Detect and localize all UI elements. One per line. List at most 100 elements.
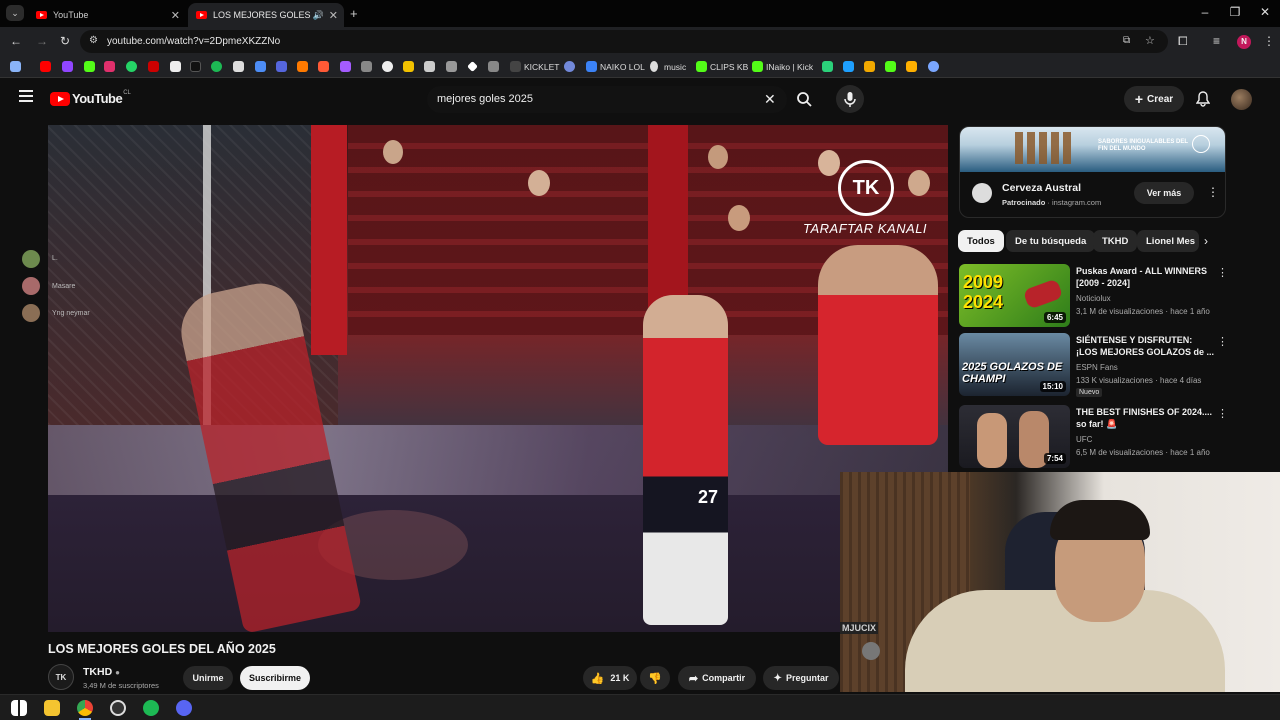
bookmark-orange-icon[interactable] [297,61,308,72]
file-explorer-icon[interactable] [44,700,60,716]
video-player[interactable]: 27 TK TARAFTAR KANALI [48,125,948,632]
bookmark-spotify-icon[interactable] [211,61,222,72]
search-input[interactable]: mejores goles 2025 [437,93,533,105]
bookmark-yellow-icon[interactable] [864,61,875,72]
bookmark-globe-icon[interactable] [382,61,393,72]
youtube-logo[interactable]: YouTube CL [50,90,131,106]
bookmark-diamond-icon[interactable] [467,61,478,72]
cast-icon[interactable]: ⧉ [1123,35,1130,46]
chip-lionel-messi[interactable]: Lionel Mes [1137,230,1199,252]
video-thumbnail[interactable]: 2025 GOLAZOS DE CHAMPI 15:10 [959,333,1070,396]
join-button[interactable]: Unirme [183,666,233,690]
ask-button[interactable]: ✦ Preguntar [763,666,839,690]
bookmark-kick-icon[interactable] [84,61,95,72]
close-window-button[interactable]: ✕ [1252,5,1278,19]
bookmark-clips-kb-label[interactable]: CLIPS KB [710,62,748,72]
like-button[interactable]: 👍 21 K [583,666,637,690]
dislike-button[interactable]: 👎 [640,666,670,690]
more-options-icon[interactable]: ⋮ [1217,407,1228,420]
windows-start-icon[interactable] [11,700,27,716]
bookmark-kicklet-label[interactable]: KICKLET [524,62,559,72]
channel-name[interactable]: ESPN Fans [1076,363,1118,372]
bookmark-tiktok-icon[interactable] [190,61,201,72]
ad-more-icon[interactable]: ⋮ [1207,185,1219,199]
chip-from-search[interactable]: De tu búsqueda [1006,230,1096,252]
bookmark-magnet-icon[interactable] [906,61,917,72]
apps-grid-icon[interactable] [10,61,21,72]
bookmark-kick-icon[interactable] [752,61,763,72]
channel-avatar[interactable]: TK [48,664,74,690]
user-avatar[interactable] [1231,89,1252,110]
search-box[interactable]: mejores goles 2025 ✕ [427,86,787,113]
new-tab-button[interactable]: + [350,6,358,21]
profile-avatar[interactable]: N [1237,35,1251,49]
audio-playing-icon[interactable]: 🔊 [313,10,324,21]
bookmark-x-icon[interactable] [170,61,181,72]
bookmark-whatsapp-icon[interactable] [126,61,137,72]
ad-cta-button[interactable]: Ver más [1134,182,1194,204]
channel-name[interactable]: TKHD ● [83,666,120,678]
bookmark-s-icon[interactable] [233,61,244,72]
create-button[interactable]: + Crear [1124,86,1184,112]
bookmark-clips-icon[interactable] [696,61,707,72]
channel-name[interactable]: Noticiolux [1076,294,1111,303]
bookmark-orange2-icon[interactable] [318,61,329,72]
chip-tkhd[interactable]: TKHD [1093,230,1138,252]
bookmark-game-icon[interactable] [446,61,457,72]
recommendation-item[interactable]: 2009 2024 6:45 Puskas Award - ALL WINNER… [959,264,1228,328]
subscribe-button[interactable]: Suscribirme [240,666,310,690]
bookmark-bar-icon[interactable] [843,61,854,72]
minimize-button[interactable]: – [1192,5,1218,19]
chip-all[interactable]: Todos [958,230,1004,252]
extensions-icon[interactable]: ⧠ [1178,34,1188,49]
bookmark-naiko-lol-label[interactable]: NAIKO LOL [600,62,645,72]
clear-search-icon[interactable]: ✕ [764,91,776,108]
forward-icon[interactable]: → [36,34,48,48]
video-title[interactable]: Puskas Award - ALL WINNERS [2009 - 2024] [1076,265,1214,289]
tab-search-button[interactable]: ⌄ [6,5,24,21]
tab-video[interactable]: LOS MEJORES GOLES DEL A 🔊 ✕ [188,3,344,27]
recommendation-item[interactable]: 2025 GOLAZOS DE CHAMPI 15:10 SIÉNTENSE Y… [959,333,1228,397]
close-tab-icon[interactable]: ✕ [171,9,180,22]
chips-next-icon[interactable]: › [1204,234,1208,248]
video-title[interactable]: SIÉNTENSE Y DISFRUTEN: ¡LOS MEJORES GOLA… [1076,334,1214,358]
share-button[interactable]: ➦ Compartir [678,666,756,690]
more-options-icon[interactable]: ⋮ [1217,335,1228,348]
bookmark-music-icon[interactable] [650,61,658,72]
bookmark-inaiko-kick-label[interactable]: INaiko | Kick [766,62,813,72]
site-info-icon[interactable]: ⚙ [89,35,98,46]
media-icon[interactable]: ≡ [1213,34,1220,48]
video-thumbnail[interactable]: 2009 2024 6:45 [959,264,1070,327]
bookmark-kicklet-icon[interactable] [510,61,521,72]
back-icon[interactable]: ← [10,34,22,48]
more-options-icon[interactable]: ⋮ [1217,266,1228,279]
bookmark-discord-icon[interactable] [564,61,575,72]
tab-youtube[interactable]: YouTube ✕ [28,3,186,27]
bookmark-twitch-icon[interactable] [62,61,73,72]
bookmark-music-label[interactable]: music [664,62,686,72]
bookmark-robot-icon[interactable] [424,61,435,72]
bookmark-star-icon[interactable]: ☆ [1145,34,1155,47]
hamburger-menu-icon[interactable] [19,90,33,102]
search-button[interactable] [788,86,820,113]
chrome-icon[interactable] [77,700,93,716]
bookmark-instagram-icon[interactable] [104,61,115,72]
menu-dots-icon[interactable]: ⋮ [1263,34,1275,48]
bookmark-purple-icon[interactable] [340,61,351,72]
bookmark-flag-icon[interactable] [276,61,287,72]
ad-banner-image[interactable]: SABORES INIGUALABLES DEL FIN DEL MUNDO [960,127,1225,172]
bookmark-youtube-icon[interactable] [40,61,51,72]
obs-icon[interactable] [110,700,126,716]
reload-icon[interactable]: ↻ [60,34,70,48]
voice-search-button[interactable] [836,85,864,113]
video-thumbnail[interactable]: 7:54 [959,405,1070,468]
recommendation-item[interactable]: 7:54 THE BEST FINISHES OF 2024.... so fa… [959,405,1228,469]
maximize-button[interactable]: ❐ [1222,5,1248,19]
bookmark-blue-icon[interactable] [255,61,266,72]
video-title[interactable]: THE BEST FINISHES OF 2024.... so far! 🚨 [1076,406,1214,430]
spotify-icon[interactable] [143,700,159,716]
bookmark-green-icon[interactable] [822,61,833,72]
bookmark-gray-icon[interactable] [361,61,372,72]
channel-name[interactable]: UFC [1076,435,1092,444]
bookmark-green2-icon[interactable] [885,61,896,72]
